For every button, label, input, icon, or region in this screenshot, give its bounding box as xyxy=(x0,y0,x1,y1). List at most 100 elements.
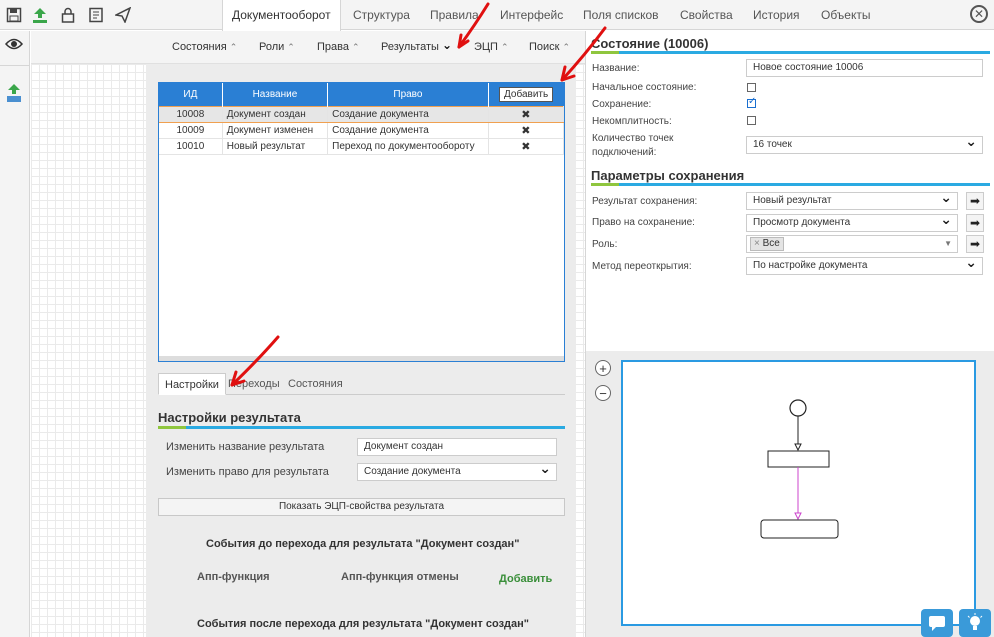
delete-icon[interactable]: ✖ xyxy=(488,138,565,155)
rename-label: Изменить название результата xyxy=(166,441,325,453)
row-name: Новый результат xyxy=(222,138,329,155)
initial-state-label: Начальное состояние: xyxy=(592,82,697,93)
row-right: Создание документа xyxy=(327,105,489,123)
dropdown-caret-icon[interactable]: ▼ xyxy=(944,236,952,252)
delete-icon[interactable]: ✖ xyxy=(488,122,565,139)
save-label: Сохранение: xyxy=(592,99,652,110)
nav-search[interactable]: Поиск ⌃ xyxy=(529,41,570,53)
nav-rights[interactable]: Права ⌃ xyxy=(317,41,360,53)
add-result-button[interactable]: Добавить xyxy=(499,86,554,102)
result-settings-title: Настройки результата xyxy=(158,410,301,425)
tab-rules[interactable]: Правила xyxy=(421,0,488,30)
tab-states[interactable]: Состояния xyxy=(282,373,349,395)
zoom-out-icon[interactable]: − xyxy=(595,385,611,401)
incomplete-label: Некомплитность: xyxy=(592,116,672,127)
nav-states[interactable]: Состояния ⌃ xyxy=(172,41,237,53)
tab-transitions[interactable]: Переходы xyxy=(222,373,286,395)
initial-state-checkbox[interactable] xyxy=(747,83,756,92)
col-name[interactable]: Название xyxy=(222,83,329,106)
start-arrowhead xyxy=(794,443,802,452)
events-after-title: События после перехода для результата "Д… xyxy=(197,618,529,630)
incomplete-checkbox[interactable] xyxy=(747,116,756,125)
nav-ecp[interactable]: ЭЦП ⌃ xyxy=(474,41,509,53)
chat-icon[interactable] xyxy=(921,609,953,637)
document-icon[interactable] xyxy=(86,5,106,25)
save-checkbox[interactable] xyxy=(747,96,756,108)
zoom-in-icon[interactable]: + xyxy=(595,360,611,376)
role-multiselect[interactable]: × Все ▼ xyxy=(746,235,958,253)
arrow-right-icon[interactable]: ➡ xyxy=(966,235,984,253)
role-label: Роль: xyxy=(592,239,618,250)
transition-arrowhead xyxy=(794,512,802,521)
nav-roles[interactable]: Роли ⌃ xyxy=(259,41,295,53)
tab-objects[interactable]: Объекты xyxy=(812,0,880,30)
left-rail xyxy=(0,31,30,637)
tab-interface[interactable]: Интерфейс xyxy=(491,0,572,30)
app-function-label: Апп-функция xyxy=(197,571,270,583)
show-ecp-properties-button[interactable]: Показать ЭЦП-свойства результата xyxy=(158,498,565,516)
lock-icon[interactable] xyxy=(58,5,78,25)
table-row[interactable]: 10008 Документ создан Создание документа… xyxy=(159,105,565,123)
reopen-label: Метод переоткрытия: xyxy=(592,261,692,272)
save-right-label: Право на сохранение: xyxy=(592,217,695,228)
close-icon[interactable]: ✕ xyxy=(970,5,988,23)
tab-properties[interactable]: Свойства xyxy=(671,0,742,30)
save-icon[interactable] xyxy=(4,5,24,25)
save-right-select[interactable]: Просмотр документа xyxy=(746,214,958,232)
tab-structure[interactable]: Структура xyxy=(344,0,419,30)
arrow-right-icon[interactable]: ➡ xyxy=(966,214,984,232)
role-tag[interactable]: × Все xyxy=(750,237,784,251)
state-name-input[interactable]: Новое состояние 10006 xyxy=(746,59,983,77)
eye-icon[interactable] xyxy=(4,37,24,54)
table-row[interactable]: 10010 Новый результат Переход по докумен… xyxy=(159,138,565,155)
tab-history[interactable]: История xyxy=(744,0,809,30)
right-label: Изменить право для результата xyxy=(166,466,329,478)
col-id[interactable]: ИД xyxy=(159,83,223,106)
chevron-up-icon: ⌃ xyxy=(229,41,238,52)
row-id: 10009 xyxy=(159,122,223,139)
row-id: 10010 xyxy=(159,138,223,155)
state-node-1 xyxy=(767,450,830,468)
state-properties-panel xyxy=(585,31,994,351)
state-name-label: Название: xyxy=(592,63,640,74)
events-before-title: События до перехода для результата "Доку… xyxy=(206,538,520,550)
app-function-cancel-label: Апп-функция отмены xyxy=(341,571,459,583)
reopen-select[interactable]: По настройке документа xyxy=(746,257,983,275)
points-label-2: подключений: xyxy=(592,147,657,158)
nav-results[interactable]: Результаты ⌄ xyxy=(381,38,452,53)
row-right: Создание документа xyxy=(327,122,489,139)
state-title: Состояние (10006) xyxy=(591,36,709,51)
send-icon[interactable] xyxy=(113,5,133,25)
upload-icon[interactable] xyxy=(30,5,50,25)
start-node xyxy=(789,399,807,417)
section-underline xyxy=(591,51,990,54)
save-params-title: Параметры сохранения xyxy=(591,168,745,183)
top-toolbar: Документооборот Структура Правила Интерф… xyxy=(0,0,994,31)
results-table: ИД Название Право Добавить 10008 Докумен… xyxy=(158,82,565,362)
tab-list-fields[interactable]: Поля списков xyxy=(574,0,668,30)
lightbulb-icon[interactable] xyxy=(959,609,991,637)
row-right: Переход по документообороту xyxy=(327,138,489,155)
remove-tag-icon[interactable]: × xyxy=(754,238,760,249)
state-node-2 xyxy=(760,519,839,539)
upload-image-icon[interactable] xyxy=(6,83,22,106)
result-tabs: Настройки Переходы Состояния xyxy=(158,373,565,395)
save-result-select[interactable]: Новый результат xyxy=(746,192,958,210)
delete-icon[interactable]: ✖ xyxy=(488,105,565,123)
points-select[interactable]: 16 точек xyxy=(746,136,983,154)
arrow-right-icon[interactable]: ➡ xyxy=(966,192,984,210)
col-right[interactable]: Право xyxy=(327,83,489,106)
workflow-diagram[interactable] xyxy=(621,360,976,626)
table-row[interactable]: 10009 Документ изменен Создание документ… xyxy=(159,122,565,139)
chevron-up-icon: ⌃ xyxy=(562,41,571,52)
add-event-link[interactable]: Добавить xyxy=(499,573,552,585)
row-id: 10008 xyxy=(159,105,223,123)
points-label: Количество точек xyxy=(592,133,674,144)
right-select[interactable]: Создание документа xyxy=(357,463,557,481)
rename-input[interactable]: Документ создан xyxy=(357,438,557,456)
section-underline xyxy=(591,183,990,186)
tab-settings[interactable]: Настройки xyxy=(158,373,226,395)
chevron-down-icon: ⌄ xyxy=(441,38,452,52)
section-nav: Состояния ⌃ Роли ⌃ Права ⌃ Результаты ⌄ ЭЦП ⌃… xyxy=(31,31,585,64)
tab-workflow[interactable]: Документооборот xyxy=(222,0,341,31)
